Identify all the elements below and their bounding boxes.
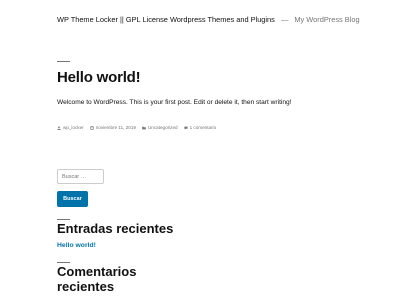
clock-icon xyxy=(89,125,94,130)
meta-date-label: noviembre 11, 2019 xyxy=(95,125,136,130)
widget-divider xyxy=(57,262,70,263)
user-icon xyxy=(57,125,61,130)
recent-comments-title: Comentarios recientes xyxy=(57,264,136,294)
meta-comments[interactable]: 1 comentario xyxy=(183,125,217,130)
search-input[interactable]: Buscar … xyxy=(57,169,104,184)
post-meta: wp_locker noviembre 11, 2019 Uncategoriz… xyxy=(57,125,222,130)
recent-comments-title-line1: Comentarios xyxy=(57,264,137,279)
recent-comments-title-line2: recientes xyxy=(57,279,115,294)
comment-icon xyxy=(183,126,188,130)
widget-divider xyxy=(57,219,70,220)
post-content: Welcome to WordPress. This is your first… xyxy=(57,99,292,106)
folder-icon xyxy=(142,126,146,129)
meta-author[interactable]: wp_locker xyxy=(57,125,84,130)
recent-post-link[interactable]: Hello world! xyxy=(57,242,96,249)
post-title[interactable]: Hello world! xyxy=(57,69,141,86)
header-separator: — xyxy=(280,15,289,24)
meta-category[interactable]: Uncategorized xyxy=(142,125,178,130)
meta-comments-label: 1 comentario xyxy=(189,125,217,130)
search-button[interactable]: Buscar xyxy=(57,191,88,207)
site-header: WP Theme Locker || GPL License Wordpress… xyxy=(57,15,387,25)
site-title[interactable]: WP Theme Locker || GPL License Wordpress… xyxy=(57,15,275,24)
site-description: My WordPress Blog xyxy=(294,15,360,24)
search-placeholder: Buscar … xyxy=(62,173,87,180)
recent-posts-title: Entradas recientes xyxy=(57,221,174,236)
meta-category-label: Uncategorized xyxy=(147,125,178,130)
title-divider xyxy=(57,61,70,62)
meta-author-label: wp_locker xyxy=(63,125,84,130)
meta-date[interactable]: noviembre 11, 2019 xyxy=(89,125,136,130)
